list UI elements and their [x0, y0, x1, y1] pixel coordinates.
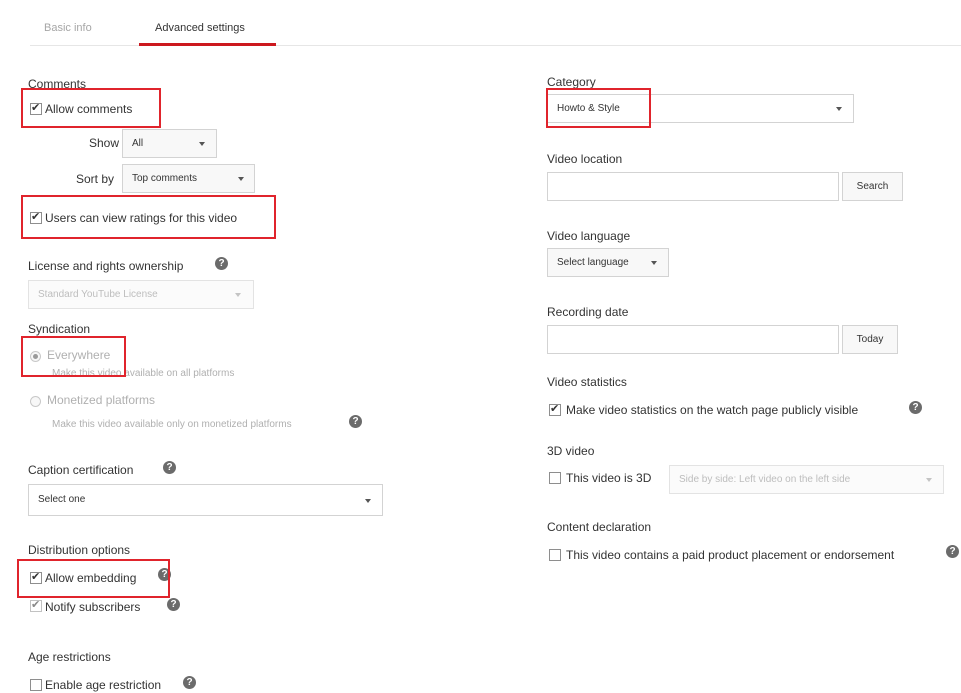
distribution-options-heading: Distribution options [28, 543, 131, 557]
tab-basic-info[interactable]: Basic info [44, 22, 92, 34]
highlight-allow-comments [21, 88, 161, 128]
search-button[interactable]: Search [842, 172, 903, 201]
paid-placement-label: This video contains a paid product place… [566, 548, 895, 562]
active-tab-indicator [139, 43, 276, 46]
3d-mode-value: Side by side: Left video on the left sid… [679, 474, 851, 485]
video-statistics-checkbox[interactable] [549, 402, 561, 416]
help-icon[interactable]: ? [183, 676, 196, 689]
syndication-heading: Syndication [28, 322, 91, 336]
caret-down-icon [926, 478, 932, 482]
notify-subscribers-label: Notify subscribers [45, 600, 141, 614]
license-heading: License and rights ownership [28, 259, 184, 273]
video-statistics-heading: Video statistics [547, 375, 627, 389]
show-select-value: All [132, 138, 144, 149]
help-icon[interactable]: ? [163, 461, 176, 474]
monetized-platforms-label: Monetized platforms [47, 393, 156, 407]
recording-date-input[interactable] [547, 325, 839, 354]
video-statistics-label: Make video statistics on the watch page … [566, 403, 859, 417]
video-location-heading: Video location [547, 152, 623, 166]
video-language-select[interactable]: Select language [547, 248, 669, 277]
help-icon[interactable]: ? [946, 545, 959, 558]
caption-certification-heading: Caption certification [28, 463, 134, 477]
caret-down-icon [199, 142, 205, 146]
3d-mode-select[interactable]: Side by side: Left video on the left sid… [669, 465, 944, 494]
sort-by-select[interactable]: Top comments [122, 164, 255, 193]
caret-down-icon [651, 261, 657, 265]
caret-down-icon [238, 177, 244, 181]
caption-certification-select[interactable]: Select one [28, 484, 383, 516]
help-icon[interactable]: ? [909, 401, 922, 414]
monetized-platforms-description: Make this video available only on moneti… [52, 419, 292, 430]
3d-video-label: This video is 3D [566, 471, 652, 485]
3d-video-checkbox[interactable] [549, 472, 561, 484]
show-label: Show [89, 136, 120, 150]
caret-down-icon [836, 107, 842, 111]
3d-video-heading: 3D video [547, 444, 595, 458]
caret-down-icon [365, 499, 371, 503]
video-language-value: Select language [557, 257, 629, 268]
monetized-platforms-radio[interactable] [30, 396, 41, 407]
license-select[interactable]: Standard YouTube License [28, 280, 254, 309]
license-select-value: Standard YouTube License [38, 289, 158, 300]
today-button[interactable]: Today [842, 325, 898, 354]
age-restriction-checkbox[interactable] [30, 679, 42, 691]
tab-advanced-settings[interactable]: Advanced settings [155, 22, 245, 34]
video-location-input[interactable] [547, 172, 839, 201]
paid-placement-checkbox[interactable] [549, 549, 561, 561]
caret-down-icon [235, 293, 241, 297]
caption-certification-value: Select one [38, 494, 86, 505]
age-restriction-label: Enable age restriction [45, 678, 162, 692]
age-restrictions-heading: Age restrictions [28, 650, 111, 664]
sort-by-select-value: Top comments [132, 173, 198, 184]
highlight-ratings [21, 195, 276, 239]
show-select[interactable]: All [122, 129, 217, 158]
recording-date-heading: Recording date [547, 305, 629, 319]
notify-subscribers-checkbox[interactable] [30, 598, 42, 612]
help-icon[interactable]: ? [349, 415, 362, 428]
highlight-allow-embedding [17, 559, 170, 598]
highlight-category [546, 88, 651, 128]
help-icon[interactable]: ? [215, 257, 228, 270]
content-declaration-heading: Content declaration [547, 520, 652, 534]
sort-by-label: Sort by [76, 172, 115, 186]
video-language-heading: Video language [547, 229, 631, 243]
help-icon[interactable]: ? [167, 598, 180, 611]
highlight-everywhere [21, 336, 126, 377]
category-heading: Category [547, 75, 596, 89]
